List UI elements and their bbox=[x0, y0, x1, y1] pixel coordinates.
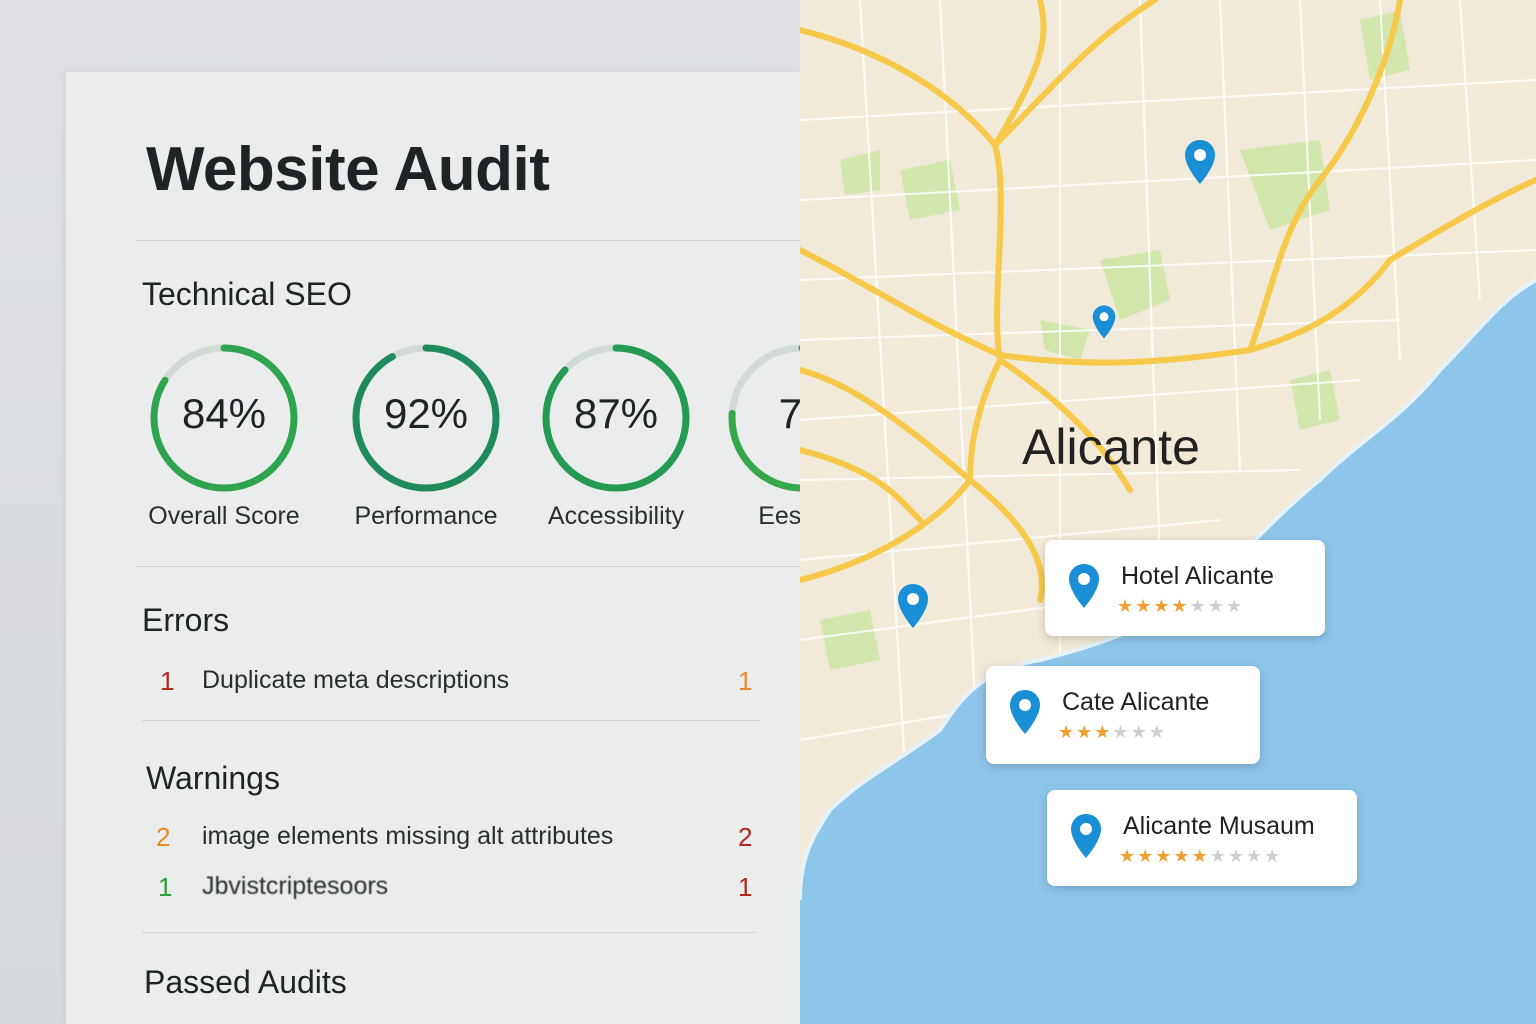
warning-text: image elements missing alt attributes bbox=[202, 822, 614, 850]
star-icon: ★ bbox=[1058, 722, 1077, 742]
star-icon: ★ bbox=[1137, 846, 1156, 866]
place-card[interactable]: Hotel Alicante ★★★★★★★ bbox=[1045, 540, 1325, 636]
city-label: Alicante bbox=[1022, 419, 1200, 475]
map-pin-icon[interactable] bbox=[1183, 138, 1217, 186]
star-icon: ★ bbox=[1264, 846, 1283, 866]
rating-stars: ★★★★★★★★★ bbox=[1119, 846, 1282, 867]
gauge-value: 76 bbox=[778, 390, 800, 437]
map-pin-icon bbox=[1008, 688, 1042, 736]
warning-row[interactable]: 2 image elements missing alt attributes … bbox=[66, 822, 800, 862]
gauge-label: Overall Score bbox=[148, 502, 300, 530]
audit-panel: Website Audit Technical SEO 84% Overall S… bbox=[66, 72, 800, 1024]
map-view[interactable]: Alicante Hotel Alicante ★★★★★★★ Cate Alica… bbox=[800, 0, 1536, 1024]
star-icon: ★ bbox=[1076, 722, 1095, 742]
score-gauge[interactable]: 87% Accessibility bbox=[536, 338, 696, 530]
map-pin-icon[interactable] bbox=[1091, 304, 1117, 340]
place-card[interactable]: Alicante Musaum ★★★★★★★★★ bbox=[1047, 790, 1357, 886]
place-name: Hotel Alicante bbox=[1121, 562, 1274, 590]
error-text: Duplicate meta descriptions bbox=[202, 666, 510, 694]
star-icon: ★ bbox=[1209, 846, 1228, 866]
star-icon: ★ bbox=[1207, 596, 1226, 616]
star-icon: ★ bbox=[1153, 596, 1172, 616]
warning-count: 2 bbox=[738, 822, 753, 852]
errors-heading: Errors bbox=[142, 602, 230, 638]
warning-index: 1 bbox=[158, 872, 173, 902]
warnings-heading: Warnings bbox=[146, 760, 280, 796]
star-icon: ★ bbox=[1148, 722, 1167, 742]
star-icon: ★ bbox=[1119, 846, 1138, 866]
map-pin-icon bbox=[1069, 812, 1103, 860]
warning-text: Jbvistcriptesoors bbox=[202, 872, 389, 900]
error-row[interactable]: 1 Duplicate meta descriptions 1 bbox=[66, 666, 800, 706]
star-icon: ★ bbox=[1171, 596, 1190, 616]
map-pin-icon[interactable] bbox=[896, 582, 930, 630]
score-gauge[interactable]: 84% Overall Score bbox=[144, 338, 304, 530]
star-icon: ★ bbox=[1191, 846, 1210, 866]
divider bbox=[142, 720, 760, 721]
star-icon: ★ bbox=[1245, 846, 1265, 866]
star-icon: ★ bbox=[1135, 596, 1154, 616]
rating-stars: ★★★★★★★ bbox=[1117, 596, 1244, 617]
score-gauge[interactable]: 76 Eest Pa bbox=[722, 338, 800, 530]
place-card[interactable]: Cate Alicante ★★★★★★ bbox=[986, 666, 1260, 764]
error-index: 1 bbox=[160, 666, 175, 696]
warning-row[interactable]: 1 Jbvistcriptesoors 1 bbox=[66, 872, 800, 912]
place-name: Cate Alicante bbox=[1062, 688, 1210, 716]
divider bbox=[136, 566, 800, 567]
gauge-label: Eest Pa bbox=[758, 502, 800, 530]
divider bbox=[136, 240, 800, 241]
star-icon: ★ bbox=[1130, 722, 1149, 742]
star-icon: ★ bbox=[1189, 596, 1208, 616]
star-icon: ★ bbox=[1094, 722, 1113, 742]
star-icon: ★ bbox=[1117, 596, 1136, 616]
warning-index: 2 bbox=[156, 822, 171, 852]
place-name: Alicante Musaum bbox=[1123, 812, 1315, 840]
star-icon: ★ bbox=[1155, 846, 1174, 866]
gauge-value: 92% bbox=[383, 390, 469, 437]
rating-stars: ★★★★★★ bbox=[1058, 722, 1167, 743]
score-gauge[interactable]: 92% Performance bbox=[346, 338, 506, 530]
error-count: 1 bbox=[738, 666, 753, 696]
technical-seo-heading: Technical SEO bbox=[142, 276, 352, 312]
passed-audits-heading: Passed Audits bbox=[144, 964, 347, 1000]
star-icon: ★ bbox=[1173, 846, 1192, 866]
map-pin-icon bbox=[1067, 562, 1101, 610]
warning-count: 1 bbox=[738, 872, 753, 902]
gauge-value: 84% bbox=[181, 390, 267, 437]
page-title: Website Audit bbox=[146, 135, 550, 204]
gauge-value: 87% bbox=[573, 390, 659, 437]
star-icon: ★ bbox=[1227, 846, 1246, 866]
star-icon: ★ bbox=[1225, 596, 1244, 616]
star-icon: ★ bbox=[1112, 722, 1131, 742]
gauge-label: Performance bbox=[354, 502, 498, 530]
divider bbox=[142, 932, 756, 933]
